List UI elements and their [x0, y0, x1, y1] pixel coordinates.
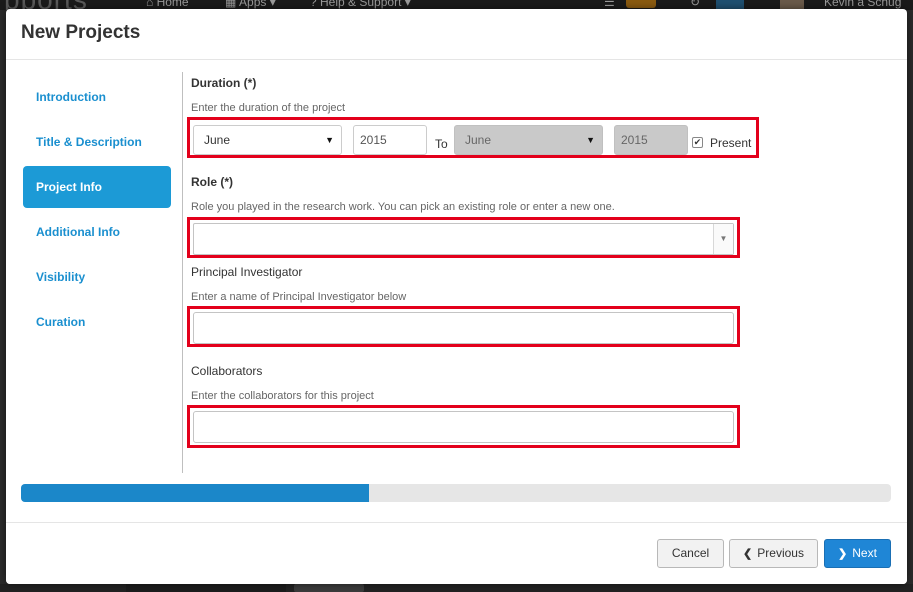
modal-header: New Projects — [6, 9, 907, 60]
background-menu-icon: ☰ — [604, 0, 615, 9]
end-year-input[interactable]: 2015 — [614, 125, 688, 155]
pi-label: Principal Investigator — [191, 265, 303, 279]
principal-investigator-input[interactable] — [193, 312, 734, 344]
pi-highlight — [187, 306, 740, 347]
background-nav-help: ? Help & Support ▾ — [310, 0, 411, 9]
chevron-down-icon: ▼ — [325, 135, 334, 145]
wizard-steps-nav: Introduction Title & Description Project… — [23, 76, 171, 346]
step-project-info[interactable]: Project Info — [23, 166, 171, 208]
pi-help: Enter a name of Principal Investigator b… — [191, 291, 407, 303]
step-curation[interactable]: Curation — [23, 301, 171, 343]
next-button[interactable]: ❯ Next — [824, 539, 891, 568]
duration-help: Enter the duration of the project — [191, 102, 346, 114]
role-combobox[interactable]: ▼ — [193, 223, 734, 255]
role-highlight: ▼ — [187, 217, 740, 258]
background-nav-home: ⌂ Home — [146, 0, 189, 9]
background-badge — [626, 0, 656, 8]
collaborators-help: Enter the collaborators for this project — [191, 390, 374, 402]
start-month-select[interactable]: June ▼ — [193, 125, 342, 155]
chevron-down-icon: ▼ — [586, 135, 595, 145]
progress-bar — [21, 484, 891, 502]
step-introduction[interactable]: Introduction — [23, 76, 171, 118]
to-label: To — [435, 137, 448, 151]
duration-label: Duration (*) — [191, 76, 257, 90]
step-additional-info[interactable]: Additional Info — [23, 211, 171, 253]
start-year-input[interactable]: 2015 — [353, 125, 427, 155]
step-title-description[interactable]: Title & Description — [23, 121, 171, 163]
role-help: Role you played in the research work. Yo… — [191, 201, 615, 213]
collaborators-label: Collaborators — [191, 364, 263, 378]
background-footer — [0, 584, 913, 592]
chevron-left-icon: ❮ — [743, 548, 753, 560]
collaborators-input[interactable] — [193, 411, 734, 443]
new-project-modal: New Projects Introduction Title & Descri… — [6, 9, 907, 584]
modal-footer: Cancel ❮ Previous ❯ Next — [6, 522, 907, 584]
present-checkbox[interactable]: ✔ — [692, 137, 703, 148]
background-nav-apps: ▦ Apps ▾ — [225, 0, 276, 9]
previous-button[interactable]: ❮ Previous — [729, 539, 818, 568]
nav-divider — [182, 72, 183, 473]
chevron-right-icon: ❯ — [838, 548, 848, 560]
background-user-name: Kevin a Schug — [824, 0, 902, 9]
role-label: Role (*) — [191, 175, 233, 189]
chevron-down-icon[interactable]: ▼ — [713, 224, 733, 254]
modal-title: New Projects — [21, 22, 141, 43]
progress-fill — [21, 484, 369, 502]
duration-highlight: June ▼ 2015 To June ▼ 2015 ✔ Present — [187, 117, 759, 158]
present-label: Present — [710, 136, 752, 150]
background-refresh-icon: ↻ — [690, 0, 701, 9]
step-visibility[interactable]: Visibility — [23, 256, 171, 298]
end-month-select[interactable]: June ▼ — [454, 125, 603, 155]
cancel-button[interactable]: Cancel — [657, 539, 724, 568]
collaborators-highlight — [187, 405, 740, 448]
